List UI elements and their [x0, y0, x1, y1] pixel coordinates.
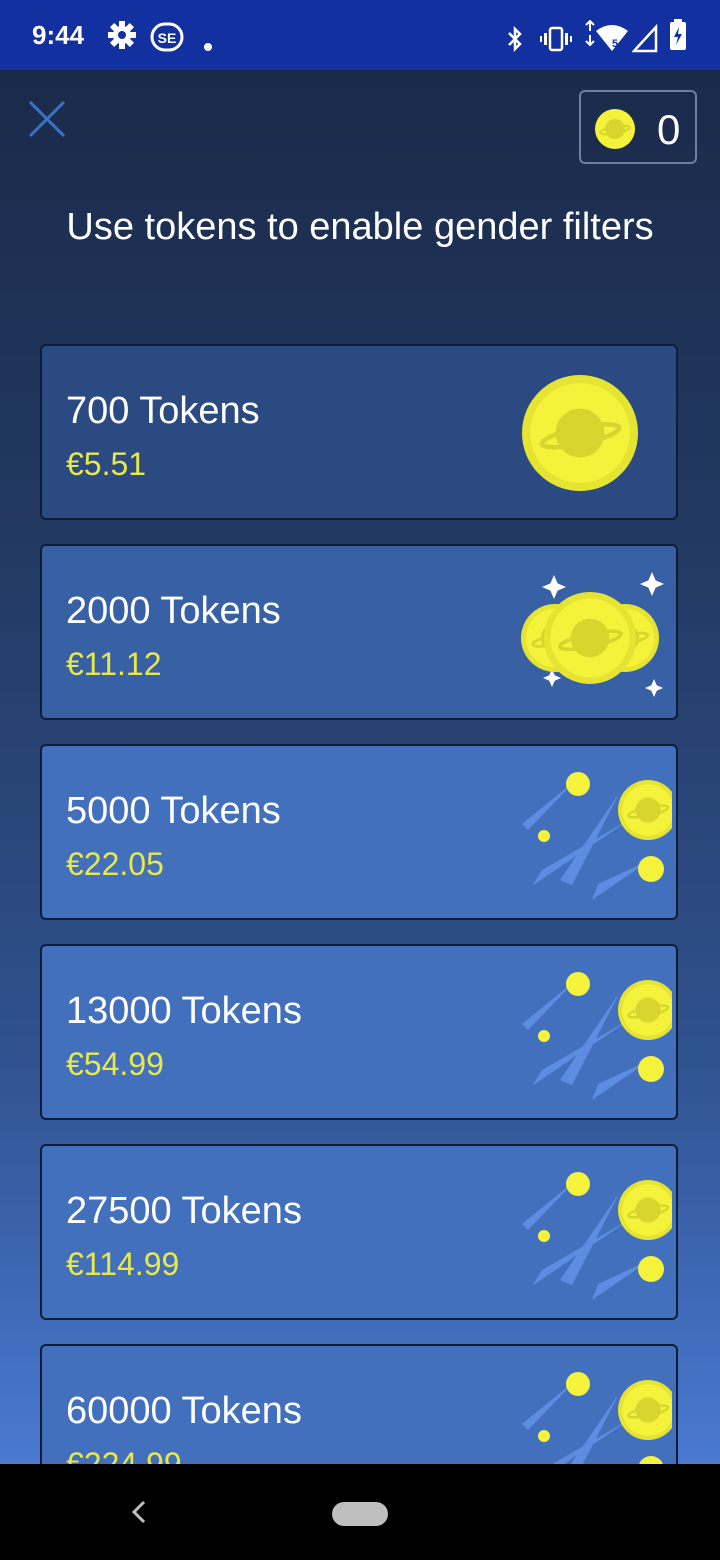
gear-icon — [108, 21, 136, 49]
token-store-screen: 0 Use tokens to enable gender filters 70… — [0, 70, 720, 1464]
back-icon[interactable] — [126, 1498, 154, 1526]
package-price: €224.99 — [66, 1446, 182, 1464]
status-bar: 9:44 SE 5 — [0, 0, 720, 70]
battery-icon — [670, 19, 686, 50]
vibrate-icon — [540, 26, 572, 52]
coin-stack-icon — [472, 560, 672, 715]
token-package-card[interactable]: 27500 Tokens €114.99 — [40, 1144, 698, 1320]
coin-icon — [595, 109, 635, 149]
package-name: 5000 Tokens — [66, 790, 281, 832]
close-icon[interactable] — [26, 98, 68, 140]
token-balance-button[interactable]: 0 — [579, 90, 697, 164]
navigation-bar — [0, 1464, 720, 1560]
shooting-coins-icon — [472, 1160, 698, 1315]
dot-icon — [204, 43, 212, 51]
wifi-badge: 5 — [612, 38, 618, 50]
package-name: 13000 Tokens — [66, 990, 302, 1032]
package-price: €22.05 — [66, 846, 164, 882]
home-pill-icon[interactable] — [332, 1502, 388, 1526]
token-balance-value: 0 — [657, 106, 681, 153]
se-badge-icon: SE — [150, 22, 184, 52]
package-name: 60000 Tokens — [66, 1390, 302, 1432]
page-title: Use tokens to enable gender filters — [66, 206, 654, 248]
token-package-card[interactable]: 2000 Tokens €11.12 — [40, 544, 678, 720]
bluetooth-icon — [508, 25, 522, 53]
se-badge-label: SE — [158, 30, 177, 46]
package-price: €54.99 — [66, 1046, 164, 1082]
shooting-coins-icon — [472, 760, 698, 915]
shooting-coins-icon — [472, 1360, 698, 1464]
signal-icon — [632, 23, 658, 53]
package-name: 2000 Tokens — [66, 590, 281, 632]
package-price: €114.99 — [66, 1246, 180, 1282]
token-package-card[interactable]: 13000 Tokens €54.99 — [40, 944, 698, 1120]
status-time: 9:44 — [32, 20, 85, 50]
package-price: €11.12 — [66, 646, 162, 682]
token-package-card[interactable]: 5000 Tokens €22.05 — [40, 744, 698, 920]
wifi-icon: 5 — [585, 20, 628, 51]
single-coin-icon — [472, 360, 672, 515]
token-package-card[interactable]: 60000 Tokens €224.99 — [40, 1344, 698, 1464]
package-name: 27500 Tokens — [66, 1190, 302, 1232]
package-name: 700 Tokens — [66, 390, 260, 432]
token-package-card[interactable]: 700 Tokens €5.51 — [40, 344, 678, 520]
shooting-coins-icon — [472, 960, 698, 1115]
package-price: €5.51 — [66, 446, 147, 482]
